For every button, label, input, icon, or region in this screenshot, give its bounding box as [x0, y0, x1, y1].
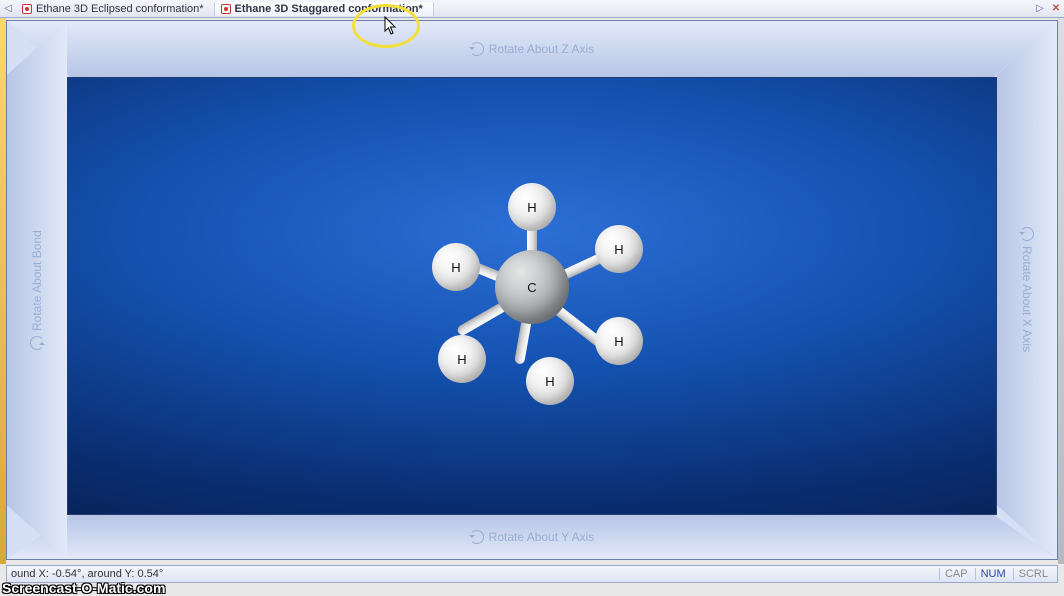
molecule: H H H H H H C: [402, 157, 662, 417]
rotate-y-face[interactable]: Rotate About Y Axis: [7, 515, 1057, 559]
rotate-x-face[interactable]: Rotate About X Axis: [997, 21, 1057, 559]
rotate-icon: [470, 42, 484, 56]
rotate-icon: [470, 530, 484, 544]
status-coords: ound X: -0.54°, around Y: 0.54°: [11, 568, 163, 580]
tab-bar: ◁ Ethane 3D Eclipsed conformation* Ethan…: [0, 0, 1064, 18]
tab-scroll-left[interactable]: ◁: [0, 3, 16, 14]
rotate-z-face[interactable]: Rotate About Z Axis: [7, 21, 1057, 77]
molecule-doc-icon: [22, 4, 32, 14]
right-edge-stripe: [1058, 18, 1064, 564]
viewport-3d[interactable]: Rotate About Z Axis Rotate About Y Axis …: [6, 20, 1058, 560]
watermark: Screencast-O-Matic.com: [0, 580, 167, 596]
atom-hydrogen: H: [595, 317, 643, 365]
atom-carbon: C: [495, 250, 569, 324]
status-cap: CAP: [939, 568, 973, 580]
atom-hydrogen: H: [595, 225, 643, 273]
tab-eclipsed[interactable]: Ethane 3D Eclipsed conformation*: [16, 2, 215, 16]
status-scrl: SCRL: [1013, 568, 1053, 580]
viewport-canvas[interactable]: H H H H H H C: [67, 77, 997, 515]
tab-close[interactable]: ✕: [1048, 3, 1064, 14]
atom-hydrogen: H: [438, 335, 486, 383]
atom-hydrogen: H: [508, 183, 556, 231]
rotate-icon: [1020, 227, 1034, 241]
tab-scroll-right[interactable]: ▷: [1032, 3, 1048, 14]
tab-label: Ethane 3D Staggared conformation*: [235, 3, 423, 15]
rotate-bond-face[interactable]: Rotate About Bond: [7, 21, 67, 559]
rotate-z-label: Rotate About Z Axis: [489, 42, 594, 56]
rotate-icon: [30, 336, 44, 350]
atom-hydrogen: H: [432, 243, 480, 291]
rotate-bond-label: Rotate About Bond: [30, 230, 44, 331]
tab-staggered[interactable]: Ethane 3D Staggared conformation*: [215, 2, 434, 16]
molecule-doc-icon: [221, 4, 231, 14]
rotate-y-label: Rotate About Y Axis: [489, 530, 595, 544]
tab-label: Ethane 3D Eclipsed conformation*: [36, 3, 204, 15]
rotate-x-label: Rotate About X Axis: [1020, 246, 1034, 352]
atom-hydrogen: H: [526, 357, 574, 405]
status-num: NUM: [975, 568, 1011, 580]
